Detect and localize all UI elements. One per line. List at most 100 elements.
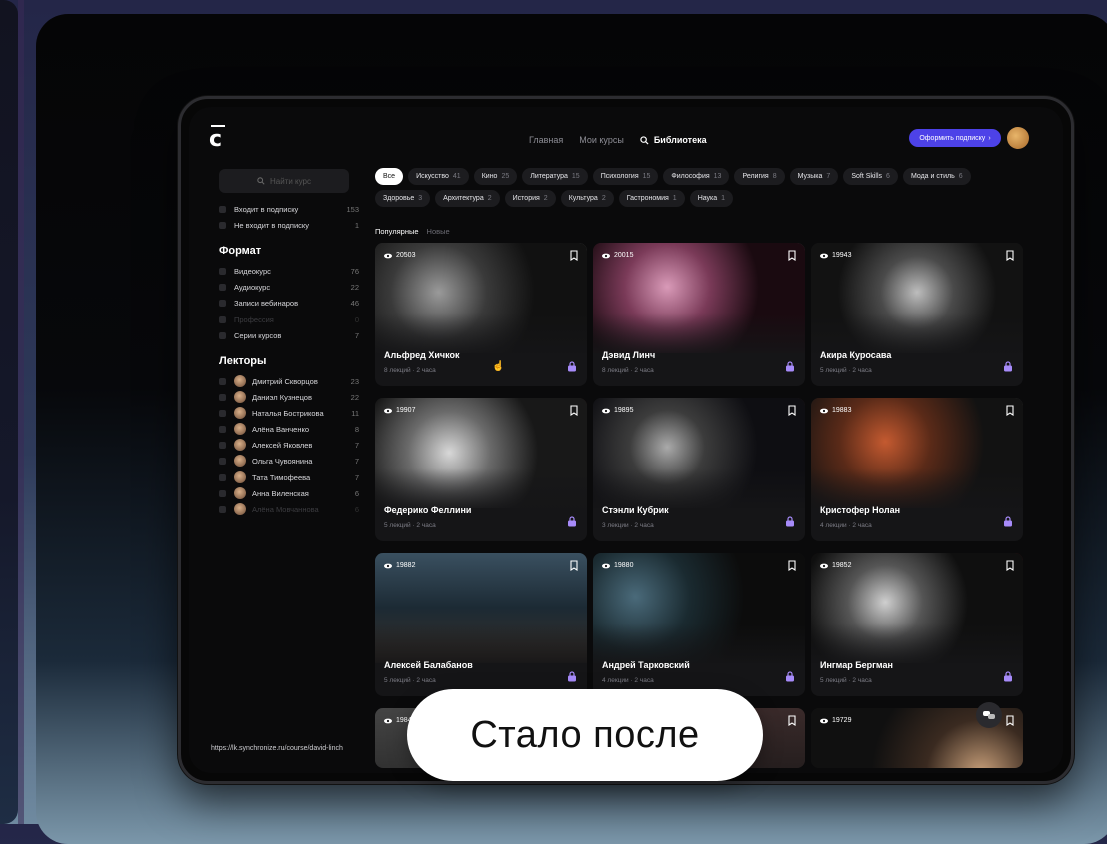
lecturer-filter[interactable]: Дмитрий Скворцов 23: [219, 373, 359, 389]
nav-my-courses[interactable]: Мои курсы: [579, 135, 624, 145]
category-chip[interactable]: Архитектура 2: [435, 190, 500, 207]
bookmark-icon[interactable]: [570, 405, 578, 416]
format-filter[interactable]: Аудиокурс 22: [219, 279, 359, 295]
checkbox[interactable]: [219, 457, 226, 465]
checkbox[interactable]: [219, 425, 226, 433]
chip-label: Искусство: [416, 173, 449, 180]
checkbox[interactable]: [219, 331, 226, 339]
bookmark-icon[interactable]: [788, 250, 796, 261]
course-card[interactable]: 19852 Ингмар Бергман 5 лекций · 2 часа: [811, 553, 1023, 696]
course-card[interactable]: 20015 Дэвид Линч 8 лекций · 2 часа: [593, 243, 805, 386]
bookmark-icon[interactable]: [1006, 250, 1014, 261]
course-meta: 5 лекций · 2 часа: [384, 677, 436, 684]
checkbox[interactable]: [219, 283, 226, 291]
category-chip[interactable]: Все: [375, 168, 404, 185]
category-chip[interactable]: Гастрономия 1: [618, 190, 685, 207]
app-logo[interactable]: c: [209, 125, 225, 152]
chat-fab-button[interactable]: [976, 702, 1002, 728]
bookmark-icon[interactable]: [1006, 715, 1014, 726]
category-chip[interactable]: Литература 15: [522, 168, 588, 185]
checkbox[interactable]: [219, 315, 226, 323]
filter-label: Алёна Мовчаннова: [252, 504, 319, 514]
lecturer-avatar: [234, 455, 246, 467]
chip-label: Архитектура: [443, 195, 484, 202]
bookmark-icon[interactable]: [788, 715, 796, 726]
filter-count: 7: [354, 440, 359, 450]
search-placeholder: Найти курс: [270, 176, 311, 186]
lecturer-avatar: [234, 439, 246, 451]
nav-library[interactable]: Библиотека: [640, 135, 707, 145]
bookmark-icon[interactable]: [1006, 560, 1014, 571]
category-chip[interactable]: Философия 13: [663, 168, 730, 185]
checkbox[interactable]: [219, 393, 226, 401]
checkbox[interactable]: [219, 473, 226, 481]
chip-count: 1: [721, 195, 726, 202]
category-chip[interactable]: Здоровье 3: [375, 190, 431, 207]
user-avatar[interactable]: [1007, 127, 1029, 149]
format-filter[interactable]: Профессия 0: [219, 311, 359, 327]
category-chip[interactable]: История 2: [504, 190, 556, 207]
subscription-filter[interactable]: Не входит в подписку 1: [219, 217, 359, 233]
course-title: Акира Куросава: [820, 350, 892, 360]
checkbox[interactable]: [219, 299, 226, 307]
lecturer-filter[interactable]: Даниэл Кузнецов 22: [219, 389, 359, 405]
bookmark-icon[interactable]: [1006, 405, 1014, 416]
category-chip[interactable]: Кино 25: [473, 168, 518, 185]
format-filter[interactable]: Видеокурс 76: [219, 263, 359, 279]
bookmark-icon[interactable]: [570, 560, 578, 571]
subscription-filter[interactable]: Входит в подписку 153: [219, 201, 359, 217]
lecturer-filter[interactable]: Алёна Ванченко 8: [219, 421, 359, 437]
search-input[interactable]: Найти курс: [219, 169, 349, 193]
category-chip[interactable]: Музыка 7: [789, 168, 839, 185]
bookmark-icon[interactable]: [570, 250, 578, 261]
filter-label: Тата Тимофеева: [252, 472, 311, 482]
filter-count: 153: [346, 204, 359, 214]
bookmark-icon[interactable]: [788, 405, 796, 416]
category-chip[interactable]: Искусство 41: [408, 168, 469, 185]
checkbox[interactable]: [219, 409, 226, 417]
filter-count: 11: [351, 408, 359, 418]
category-chip[interactable]: Мода и стиль 6: [902, 168, 971, 185]
lecturer-filter[interactable]: Ольга Чувоянина 7: [219, 453, 359, 469]
bookmark-icon[interactable]: [788, 560, 796, 571]
view-count: 19895: [602, 407, 633, 414]
checkbox[interactable]: [219, 489, 226, 497]
course-card[interactable]: 19883 Кристофер Нолан 4 лекции · 2 часа: [811, 398, 1023, 541]
lecturer-filter[interactable]: Алёна Мовчаннова 6: [219, 501, 359, 517]
checkbox[interactable]: [219, 377, 226, 385]
sort-new[interactable]: Новые: [427, 227, 450, 236]
filter-count: 22: [350, 392, 359, 402]
status-url: https://lk.synchronize.ru/course/david-l…: [211, 745, 343, 752]
checkbox[interactable]: [219, 441, 226, 449]
lecturer-filter[interactable]: Тата Тимофеева 7: [219, 469, 359, 485]
course-card[interactable]: 19943 Акира Куросава 5 лекций · 2 часа: [811, 243, 1023, 386]
course-card[interactable]: 19907 Федерико Феллини 5 лекций · 2 часа: [375, 398, 587, 541]
category-chip[interactable]: Наука 1: [689, 190, 734, 207]
category-chip[interactable]: Религия 8: [734, 168, 785, 185]
format-filter[interactable]: Записи вебинаров 46: [219, 295, 359, 311]
lecturer-filter[interactable]: Анна Виленская 6: [219, 485, 359, 501]
lock-icon: [568, 516, 576, 527]
course-card[interactable]: 19880 Андрей Тарковский 4 лекции · 2 часа: [593, 553, 805, 696]
search-icon: [640, 135, 649, 145]
course-card[interactable]: 19882 Алексей Балабанов 5 лекций · 2 часа: [375, 553, 587, 696]
view-count: 19882: [384, 562, 415, 569]
category-chip[interactable]: Культура 2: [560, 190, 614, 207]
view-count-value: 19882: [396, 562, 416, 569]
checkbox[interactable]: [219, 205, 226, 213]
subscribe-button[interactable]: Оформить подписку ›: [909, 129, 1001, 147]
lecturer-filter[interactable]: Наталья Бострикова 11: [219, 405, 359, 421]
format-filter[interactable]: Серии курсов 7: [219, 327, 359, 343]
course-card[interactable]: 20503 Альфред Хичкок 8 лекций · 2 часа: [375, 243, 587, 386]
checkbox[interactable]: [219, 221, 226, 229]
lecturer-filter[interactable]: Алексей Яковлев 7: [219, 437, 359, 453]
nav-home[interactable]: Главная: [529, 135, 563, 145]
filter-label: Алёна Ванченко: [252, 424, 310, 434]
sort-popular[interactable]: Популярные: [375, 227, 419, 236]
category-chip[interactable]: Soft Skills 6: [843, 168, 898, 185]
chip-count: 3: [418, 195, 423, 202]
category-chip[interactable]: Психология 15: [592, 168, 659, 185]
checkbox[interactable]: [219, 267, 226, 275]
checkbox[interactable]: [219, 505, 226, 513]
course-card[interactable]: 19895 Стэнли Кубрик 3 лекции · 2 часа: [593, 398, 805, 541]
